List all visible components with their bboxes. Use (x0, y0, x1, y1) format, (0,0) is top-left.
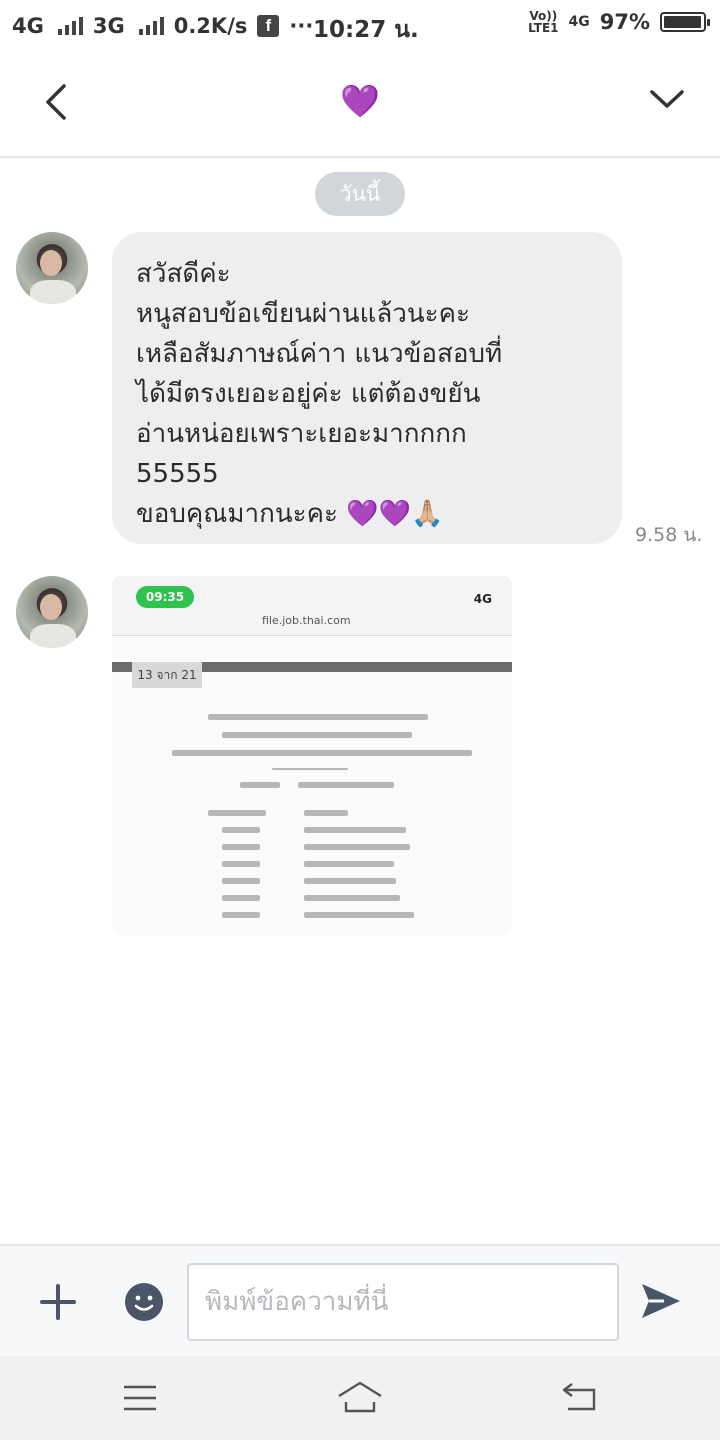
document-line (208, 714, 428, 720)
status-bar: 4G 3G 0.2K/s f ··· 10:27 น. Vo)) LTE1 4G… (0, 0, 720, 52)
status-left: 4G 3G 0.2K/s f ··· (12, 14, 313, 38)
data-speed: 0.2K/s (173, 14, 248, 38)
image-message[interactable]: 09:35 4G file.job.thai.com 13 จาก 21 (112, 576, 512, 936)
return-icon[interactable] (560, 1382, 598, 1412)
document-line (298, 782, 394, 788)
send-icon[interactable] (640, 1282, 682, 1320)
signal-icon (57, 17, 83, 35)
message-line: อ่านหน่อยเพราะเยอะมากกกก (136, 419, 467, 449)
document-line (222, 912, 260, 918)
document-line (208, 810, 266, 816)
network-label-3: 4G (568, 14, 590, 30)
document-line (304, 810, 348, 816)
message-line: เหลือสัมภาษณ์ค่าา แนวข้อสอบที่ (136, 339, 503, 369)
home-icon[interactable] (336, 1380, 384, 1414)
message-line: ได้มีตรงเยอะอยู่ค่ะ แต่ต้องขยัน (136, 379, 481, 409)
plus-icon[interactable] (38, 1282, 78, 1322)
document-line (222, 861, 260, 867)
chat-title: 💜 (340, 82, 380, 120)
message-bubble[interactable]: สวัสดีค่ะ หนูสอบข้อเขียนผ่านแล้วนะคะ เหล… (112, 232, 622, 544)
network-label-1: 4G (12, 14, 44, 38)
signal-icon (138, 17, 164, 35)
chat-header: 💜 (0, 52, 720, 158)
message-timestamp: 9.58 น. (635, 524, 703, 546)
image-clock: 09:35 (136, 586, 194, 608)
document-line (222, 895, 260, 901)
emoji-icon[interactable] (124, 1282, 164, 1322)
document-line (222, 732, 412, 738)
document-line (304, 844, 410, 850)
battery-percent: 97% (599, 10, 650, 34)
document-line (304, 861, 394, 867)
status-right: Vo)) LTE1 4G 97% (528, 10, 710, 34)
document-line (304, 912, 414, 918)
message-line: ขอบคุณมากนะคะ 💜💜🙏🏼 (136, 499, 444, 529)
date-separator: วันนี้ (315, 172, 405, 216)
document-line (222, 878, 260, 884)
volte-bottom: LTE1 (528, 21, 559, 35)
chevron-down-icon[interactable] (648, 84, 686, 114)
menu-icon[interactable] (122, 1384, 158, 1412)
image-network: 4G (473, 592, 492, 606)
message-line: สวัสดีค่ะ (136, 259, 231, 289)
avatar[interactable] (16, 232, 88, 304)
facebook-icon: f (257, 15, 280, 37)
back-arrow-icon[interactable] (38, 80, 78, 124)
volte-indicator: Vo)) LTE1 (528, 10, 558, 34)
document-divider (272, 768, 348, 770)
battery-fill (664, 16, 701, 28)
message-line: หนูสอบข้อเขียนผ่านแล้วนะคะ (136, 299, 470, 329)
document-line (304, 878, 396, 884)
system-nav-bar (0, 1356, 720, 1440)
composer-bar (0, 1244, 720, 1356)
image-page-label: 13 จาก 21 (132, 662, 202, 688)
document-line (240, 782, 280, 788)
image-status-area: 09:35 4G file.job.thai.com (112, 576, 512, 636)
more-notifications-icon: ··· (289, 14, 314, 38)
network-label-2: 3G (92, 14, 125, 38)
document-line (172, 750, 472, 756)
battery-icon (660, 12, 710, 32)
document-line (222, 827, 260, 833)
avatar[interactable] (16, 576, 88, 648)
document-line (304, 827, 406, 833)
document-line (304, 895, 400, 901)
image-url: file.job.thai.com (262, 614, 351, 627)
clock: 10:27 น. (313, 17, 419, 43)
document-line (222, 844, 260, 850)
message-line: 55555 (136, 459, 219, 489)
message-input[interactable] (187, 1263, 619, 1341)
